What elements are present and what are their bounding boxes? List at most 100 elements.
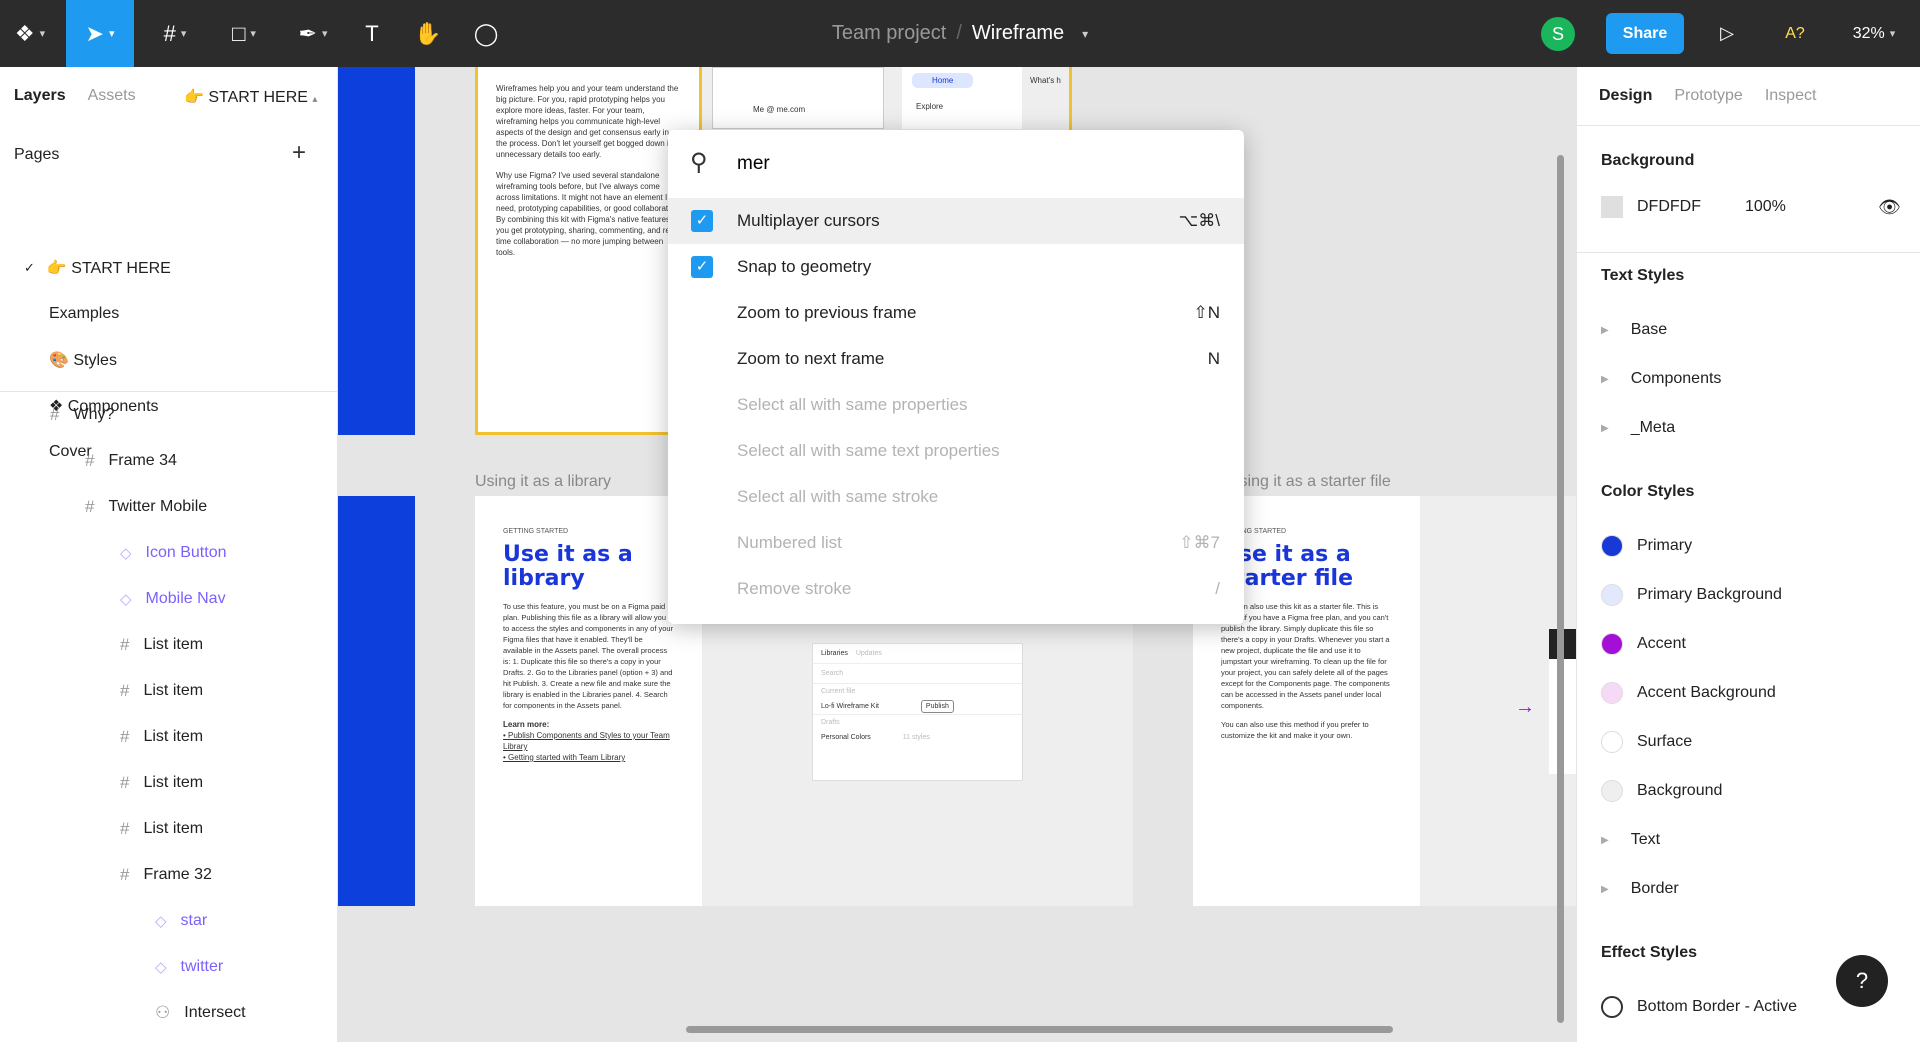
color-style-label: Background <box>1637 782 1723 799</box>
tab-layers[interactable]: Layers <box>14 87 66 105</box>
eye-icon[interactable]: 👁 <box>1878 197 1901 218</box>
accessibility-button[interactable]: A? <box>1778 0 1812 67</box>
avatar[interactable]: S <box>1541 17 1575 51</box>
frame-tool-button[interactable]: # ▾ <box>145 0 205 67</box>
current-page: 👉 START HERE <box>184 89 308 106</box>
project-name[interactable]: Team project <box>832 22 947 45</box>
layer-item[interactable]: # List item <box>120 622 203 668</box>
command-item[interactable]: Remove stroke / <box>668 566 1244 612</box>
command-label: Select all with same stroke <box>737 487 939 506</box>
command-item[interactable]: Select all with same stroke <box>668 474 1244 520</box>
command-item[interactable]: Select all with same text properties <box>668 428 1244 474</box>
command-item[interactable]: ✓ Snap to geometry <box>668 244 1244 290</box>
layer-label: Why? <box>73 406 115 423</box>
layer-item[interactable]: # Frame 32 <box>120 852 212 898</box>
text-style-label: Components <box>1630 370 1722 387</box>
link-publish[interactable]: • Publish Components and Styles to your … <box>503 730 674 752</box>
zoom-level: 32% <box>1852 24 1885 42</box>
background-fill-row[interactable]: DFDFDF 100% 👁 <box>1601 184 1901 230</box>
color-style-item[interactable]: ▶ Text <box>1591 817 1660 863</box>
layer-item[interactable]: # List item <box>120 668 203 714</box>
page-item[interactable]: Examples <box>49 291 119 337</box>
command-shortcut: ⇧N <box>1193 303 1220 322</box>
color-style-item[interactable]: ▶ Border <box>1591 866 1679 912</box>
share-button[interactable]: Share <box>1606 13 1684 54</box>
hand-tool-button[interactable]: ✋ <box>408 0 448 67</box>
pen-tool-button[interactable]: ✒ ▾ <box>283 0 343 67</box>
chevron-down-icon[interactable]: ▾ <box>1082 27 1088 41</box>
learn-more: Learn more: <box>503 720 550 729</box>
tab-inspect[interactable]: Inspect <box>1765 87 1817 105</box>
command-item[interactable]: Select all with same properties <box>668 382 1244 428</box>
mock-current: Current file <box>821 688 856 695</box>
frame-icon: # <box>120 635 130 654</box>
text-style-item[interactable]: ▶ _Meta <box>1591 405 1675 451</box>
layer-item[interactable]: # Twitter Mobile <box>85 484 207 530</box>
layer-item[interactable]: # List item <box>120 714 203 760</box>
effect-style-label: Bottom Border - Active <box>1637 998 1798 1015</box>
command-item[interactable]: Zoom to previous frame ⇧N <box>668 290 1244 336</box>
library-title: Use it as a library <box>503 542 633 591</box>
starter-text-2: You can also use this method if you pref… <box>1221 720 1369 740</box>
layer-item[interactable]: ◇ twitter <box>155 944 223 990</box>
color-style-item[interactable]: Surface <box>1601 719 1692 765</box>
zoom-dropdown[interactable]: 32% ▾ <box>1844 0 1904 67</box>
help-button[interactable]: ? <box>1836 955 1888 1007</box>
library-text: To use this feature, you must be on a Fi… <box>503 602 674 710</box>
tab-design[interactable]: Design <box>1599 87 1652 105</box>
add-page-button[interactable]: + <box>292 139 306 167</box>
layer-item[interactable]: ◇ star <box>155 898 207 944</box>
page-item[interactable]: ✓ 👉 START HERE <box>24 245 171 291</box>
background-hex[interactable]: DFDFDF <box>1637 198 1701 216</box>
page-item[interactable]: 🎨 Styles <box>49 337 117 383</box>
layer-item[interactable]: # Frame 34 <box>85 438 177 484</box>
background-opacity[interactable]: 100% <box>1745 198 1786 216</box>
link-team-library[interactable]: • Getting started with Team Library <box>503 752 674 763</box>
present-button[interactable]: ▷ <box>1712 0 1742 67</box>
component-icon: ◇ <box>120 545 132 562</box>
text-style-item[interactable]: ▶ Components <box>1591 356 1721 402</box>
command-item[interactable]: Numbered list ⇧⌘7 <box>668 520 1244 566</box>
command-label: Numbered list <box>737 533 842 552</box>
tab-prototype[interactable]: Prototype <box>1674 87 1742 105</box>
page-selector[interactable]: 👉 START HERE ▴ <box>184 87 317 107</box>
text-tool-button[interactable]: T <box>352 0 392 67</box>
divider <box>1577 125 1920 126</box>
boolean-shape-icon: ⚇ <box>155 1003 171 1022</box>
chevron-up-icon: ▴ <box>312 94 318 105</box>
quick-actions-search-input[interactable] <box>737 146 1217 182</box>
mock-kit: Lo-fi Wireframe Kit <box>821 703 879 710</box>
frame-label-starter: Using it as a starter file <box>1228 473 1391 490</box>
color-style-item[interactable]: Accent <box>1601 621 1686 667</box>
color-style-item[interactable]: Primary Background <box>1601 572 1782 618</box>
file-name[interactable]: Wireframe <box>972 22 1064 45</box>
color-swatch <box>1601 780 1623 802</box>
layer-item[interactable]: ◇ Icon Button <box>120 530 227 576</box>
color-style-item[interactable]: Accent Background <box>1601 670 1776 716</box>
text-style-item[interactable]: ▶ Base <box>1591 307 1667 353</box>
main-menu-button[interactable]: ❖ ▾ <box>0 0 60 67</box>
cursor-arrow-icon: ➤ <box>85 20 104 46</box>
color-style-item[interactable]: Background <box>1601 768 1722 814</box>
starter-frame[interactable]: GETTING STARTED Use it as a starter file… <box>1193 496 1576 906</box>
layer-item[interactable]: # Why? <box>50 392 114 438</box>
frame-icon: # <box>120 727 130 746</box>
background-swatch[interactable] <box>1601 196 1623 218</box>
vertical-scrollbar[interactable] <box>1557 155 1564 1023</box>
tab-assets[interactable]: Assets <box>88 87 136 105</box>
why-figma-text: Why use Figma? I've used several standal… <box>496 171 682 257</box>
color-style-item[interactable]: Primary <box>1601 523 1692 569</box>
color-style-label: Accent Background <box>1637 684 1776 701</box>
search-icon: ⚲ <box>690 149 708 176</box>
layer-item[interactable]: ⚇ Intersect <box>155 990 246 1036</box>
command-item[interactable]: Zoom to next frame N <box>668 336 1244 382</box>
layer-item[interactable]: # List item <box>120 760 203 806</box>
shape-tool-button[interactable]: □ ▾ <box>214 0 274 67</box>
layer-item[interactable]: # List item <box>120 806 203 852</box>
layer-item[interactable]: ◇ Mobile Nav <box>120 576 226 622</box>
command-item[interactable]: ✓ Multiplayer cursors ⌥⌘\ <box>668 198 1244 244</box>
effect-style-bottom-border[interactable]: Bottom Border - Active <box>1601 984 1797 1030</box>
horizontal-scrollbar[interactable] <box>686 1026 1393 1033</box>
comment-tool-button[interactable]: ◯ <box>466 0 506 67</box>
move-tool-button[interactable]: ➤ ▾ <box>66 0 134 67</box>
